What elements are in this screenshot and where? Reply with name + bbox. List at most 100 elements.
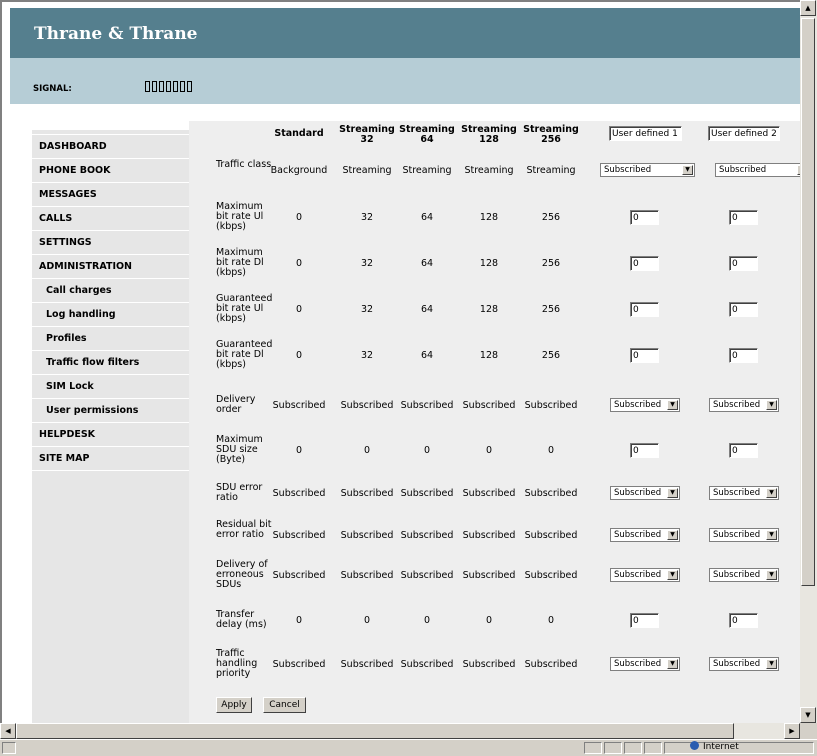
user-defined-value-input[interactable] bbox=[630, 443, 659, 458]
table-cell: 64 bbox=[420, 304, 434, 315]
table-cell: 0 bbox=[423, 445, 431, 456]
user-defined-select[interactable]: Subscribed▼ bbox=[610, 486, 680, 500]
sidebar-item-site-map[interactable]: SITE MAP bbox=[32, 447, 189, 471]
table-cell: Subscribed bbox=[400, 488, 454, 499]
table-cell: 64 bbox=[420, 258, 434, 269]
user-defined-value-input[interactable] bbox=[630, 210, 659, 225]
signal-bar-segment bbox=[187, 81, 192, 92]
user-defined-value-input[interactable] bbox=[729, 210, 758, 225]
user-defined-select[interactable]: Subscribed▼ bbox=[709, 398, 779, 412]
table-cell: Subscribed bbox=[272, 400, 326, 411]
apply-button[interactable]: Apply bbox=[216, 697, 252, 713]
user-defined-select[interactable]: Subscribed ▼ bbox=[709, 486, 779, 500]
signal-bar-segment bbox=[145, 81, 150, 92]
sidebar-item-calls[interactable]: CALLS bbox=[32, 207, 189, 231]
sidebar-item-administration[interactable]: ADMINISTRATION bbox=[32, 255, 189, 279]
table-cell: Subscribed bbox=[524, 488, 578, 499]
user-defined-value-input[interactable] bbox=[630, 256, 659, 271]
user-defined-select[interactable]: Subscribed▼ bbox=[610, 398, 680, 412]
sidebar-item-traffic-flow-filters[interactable]: Traffic flow filters bbox=[32, 351, 189, 375]
chevron-down-icon[interactable]: ▼ bbox=[667, 530, 678, 540]
chevron-down-icon[interactable]: ▼ bbox=[766, 530, 777, 540]
scroll-right-arrow-icon[interactable]: ▶ bbox=[784, 723, 800, 739]
chevron-down-icon[interactable]: ▼ bbox=[766, 400, 777, 410]
sidebar-item-log-handling[interactable]: Log handling bbox=[32, 303, 189, 327]
select-value: Subscribed bbox=[713, 530, 761, 540]
chevron-down-icon[interactable]: ▼ bbox=[766, 488, 777, 498]
cancel-button[interactable]: Cancel bbox=[263, 697, 306, 713]
signal-bar-segment bbox=[152, 81, 157, 92]
user-defined-value-input[interactable] bbox=[729, 613, 758, 628]
user-defined-value-input[interactable] bbox=[630, 348, 659, 363]
sidebar-item-helpdesk[interactable]: HELPDESK bbox=[32, 423, 189, 447]
select-value: Subscribed bbox=[604, 165, 652, 175]
column-header: Standard bbox=[264, 129, 334, 139]
table-cell: 0 bbox=[295, 304, 303, 315]
user-defined-select[interactable]: Subscribed ▼ bbox=[709, 528, 779, 542]
column-header-line2: 256 bbox=[541, 134, 561, 145]
sidebar-item-call-charges[interactable]: Call charges bbox=[32, 279, 189, 303]
user-defined-name-input[interactable] bbox=[609, 126, 682, 141]
table-cell: Subscribed bbox=[400, 400, 454, 411]
user-defined-select[interactable]: Subscribed ▼ bbox=[600, 163, 695, 177]
sidebar-nav: DASHBOARD PHONE BOOK MESSAGES CALLS SETTINGS… bbox=[32, 130, 189, 723]
user-defined-select[interactable]: Subscribed ▼ bbox=[610, 528, 680, 542]
user-defined-value-input[interactable] bbox=[729, 348, 758, 363]
column-header: Streaming 128 bbox=[454, 125, 524, 145]
table-cell: Subscribed bbox=[462, 488, 516, 499]
chevron-down-icon[interactable]: ▼ bbox=[667, 488, 678, 498]
vertical-scroll-thumb[interactable] bbox=[801, 18, 815, 586]
user-defined-select[interactable]: Subscribed▼ bbox=[610, 657, 680, 671]
user-defined-select[interactable]: Subscribed▼ bbox=[709, 568, 779, 582]
scroll-up-arrow-icon[interactable]: ▲ bbox=[800, 0, 816, 16]
chevron-down-icon[interactable]: ▼ bbox=[682, 165, 693, 175]
vertical-scrollbar[interactable]: ▲ ▼ bbox=[800, 0, 817, 723]
table-cell: 0 bbox=[547, 445, 555, 456]
select-value: Subscribed bbox=[614, 530, 662, 540]
user-defined-value-input[interactable] bbox=[630, 302, 659, 317]
sidebar-item-phone-book[interactable]: PHONE BOOK bbox=[32, 159, 189, 183]
user-defined-value-input[interactable] bbox=[729, 256, 758, 271]
table-cell: Subscribed bbox=[400, 530, 454, 541]
user-defined-select[interactable]: Subscribed ▼ bbox=[709, 657, 779, 671]
scroll-left-arrow-icon[interactable]: ◀ bbox=[0, 723, 16, 739]
sidebar-item-profiles[interactable]: Profiles bbox=[32, 327, 189, 351]
horizontal-scrollbar[interactable]: ◀ ▶ bbox=[0, 723, 800, 739]
table-cell: 128 bbox=[479, 304, 499, 315]
chevron-down-icon[interactable]: ▼ bbox=[667, 570, 678, 580]
select-value: Subscribed bbox=[713, 488, 761, 498]
scroll-down-arrow-icon[interactable]: ▼ bbox=[800, 707, 816, 723]
table-cell: 256 bbox=[541, 258, 561, 269]
user-defined-select[interactable]: Subscribed▼ bbox=[715, 163, 800, 177]
horizontal-scroll-thumb[interactable] bbox=[16, 723, 734, 739]
signal-bar-segment bbox=[173, 81, 178, 92]
app-header: Thrane & Thrane bbox=[10, 8, 800, 58]
table-cell: 0 bbox=[485, 445, 493, 456]
sidebar-item-messages[interactable]: MESSAGES bbox=[32, 183, 189, 207]
sidebar-item-sim-lock[interactable]: SIM Lock bbox=[32, 375, 189, 399]
sidebar-item-dashboard[interactable]: DASHBOARD bbox=[32, 135, 189, 159]
user-defined-value-input[interactable] bbox=[630, 613, 659, 628]
chevron-down-icon[interactable]: ▼ bbox=[667, 400, 678, 410]
select-value: Subscribed bbox=[713, 659, 761, 669]
user-defined-select[interactable]: Subscribed ▼ bbox=[610, 568, 680, 582]
sidebar-item-user-permissions[interactable]: User permissions bbox=[32, 399, 189, 423]
table-cell: Subscribed bbox=[400, 659, 454, 670]
chevron-down-icon[interactable]: ▼ bbox=[766, 570, 777, 580]
table-cell: Subscribed bbox=[462, 570, 516, 581]
signal-bar-segment bbox=[180, 81, 185, 92]
table-cell: 0 bbox=[295, 258, 303, 269]
table-cell: Subscribed bbox=[462, 659, 516, 670]
table-cell: 128 bbox=[479, 258, 499, 269]
table-cell: 256 bbox=[541, 304, 561, 315]
user-defined-value-input[interactable] bbox=[729, 443, 758, 458]
table-cell: 128 bbox=[479, 212, 499, 223]
select-value: Subscribed bbox=[614, 570, 662, 580]
sidebar-item-settings[interactable]: SETTINGS bbox=[32, 231, 189, 255]
table-cell: Subscribed bbox=[462, 530, 516, 541]
page-status-icon bbox=[2, 742, 16, 754]
chevron-down-icon[interactable]: ▼ bbox=[766, 659, 777, 669]
user-defined-name-input[interactable] bbox=[708, 126, 780, 141]
user-defined-value-input[interactable] bbox=[729, 302, 758, 317]
chevron-down-icon[interactable]: ▼ bbox=[667, 659, 678, 669]
